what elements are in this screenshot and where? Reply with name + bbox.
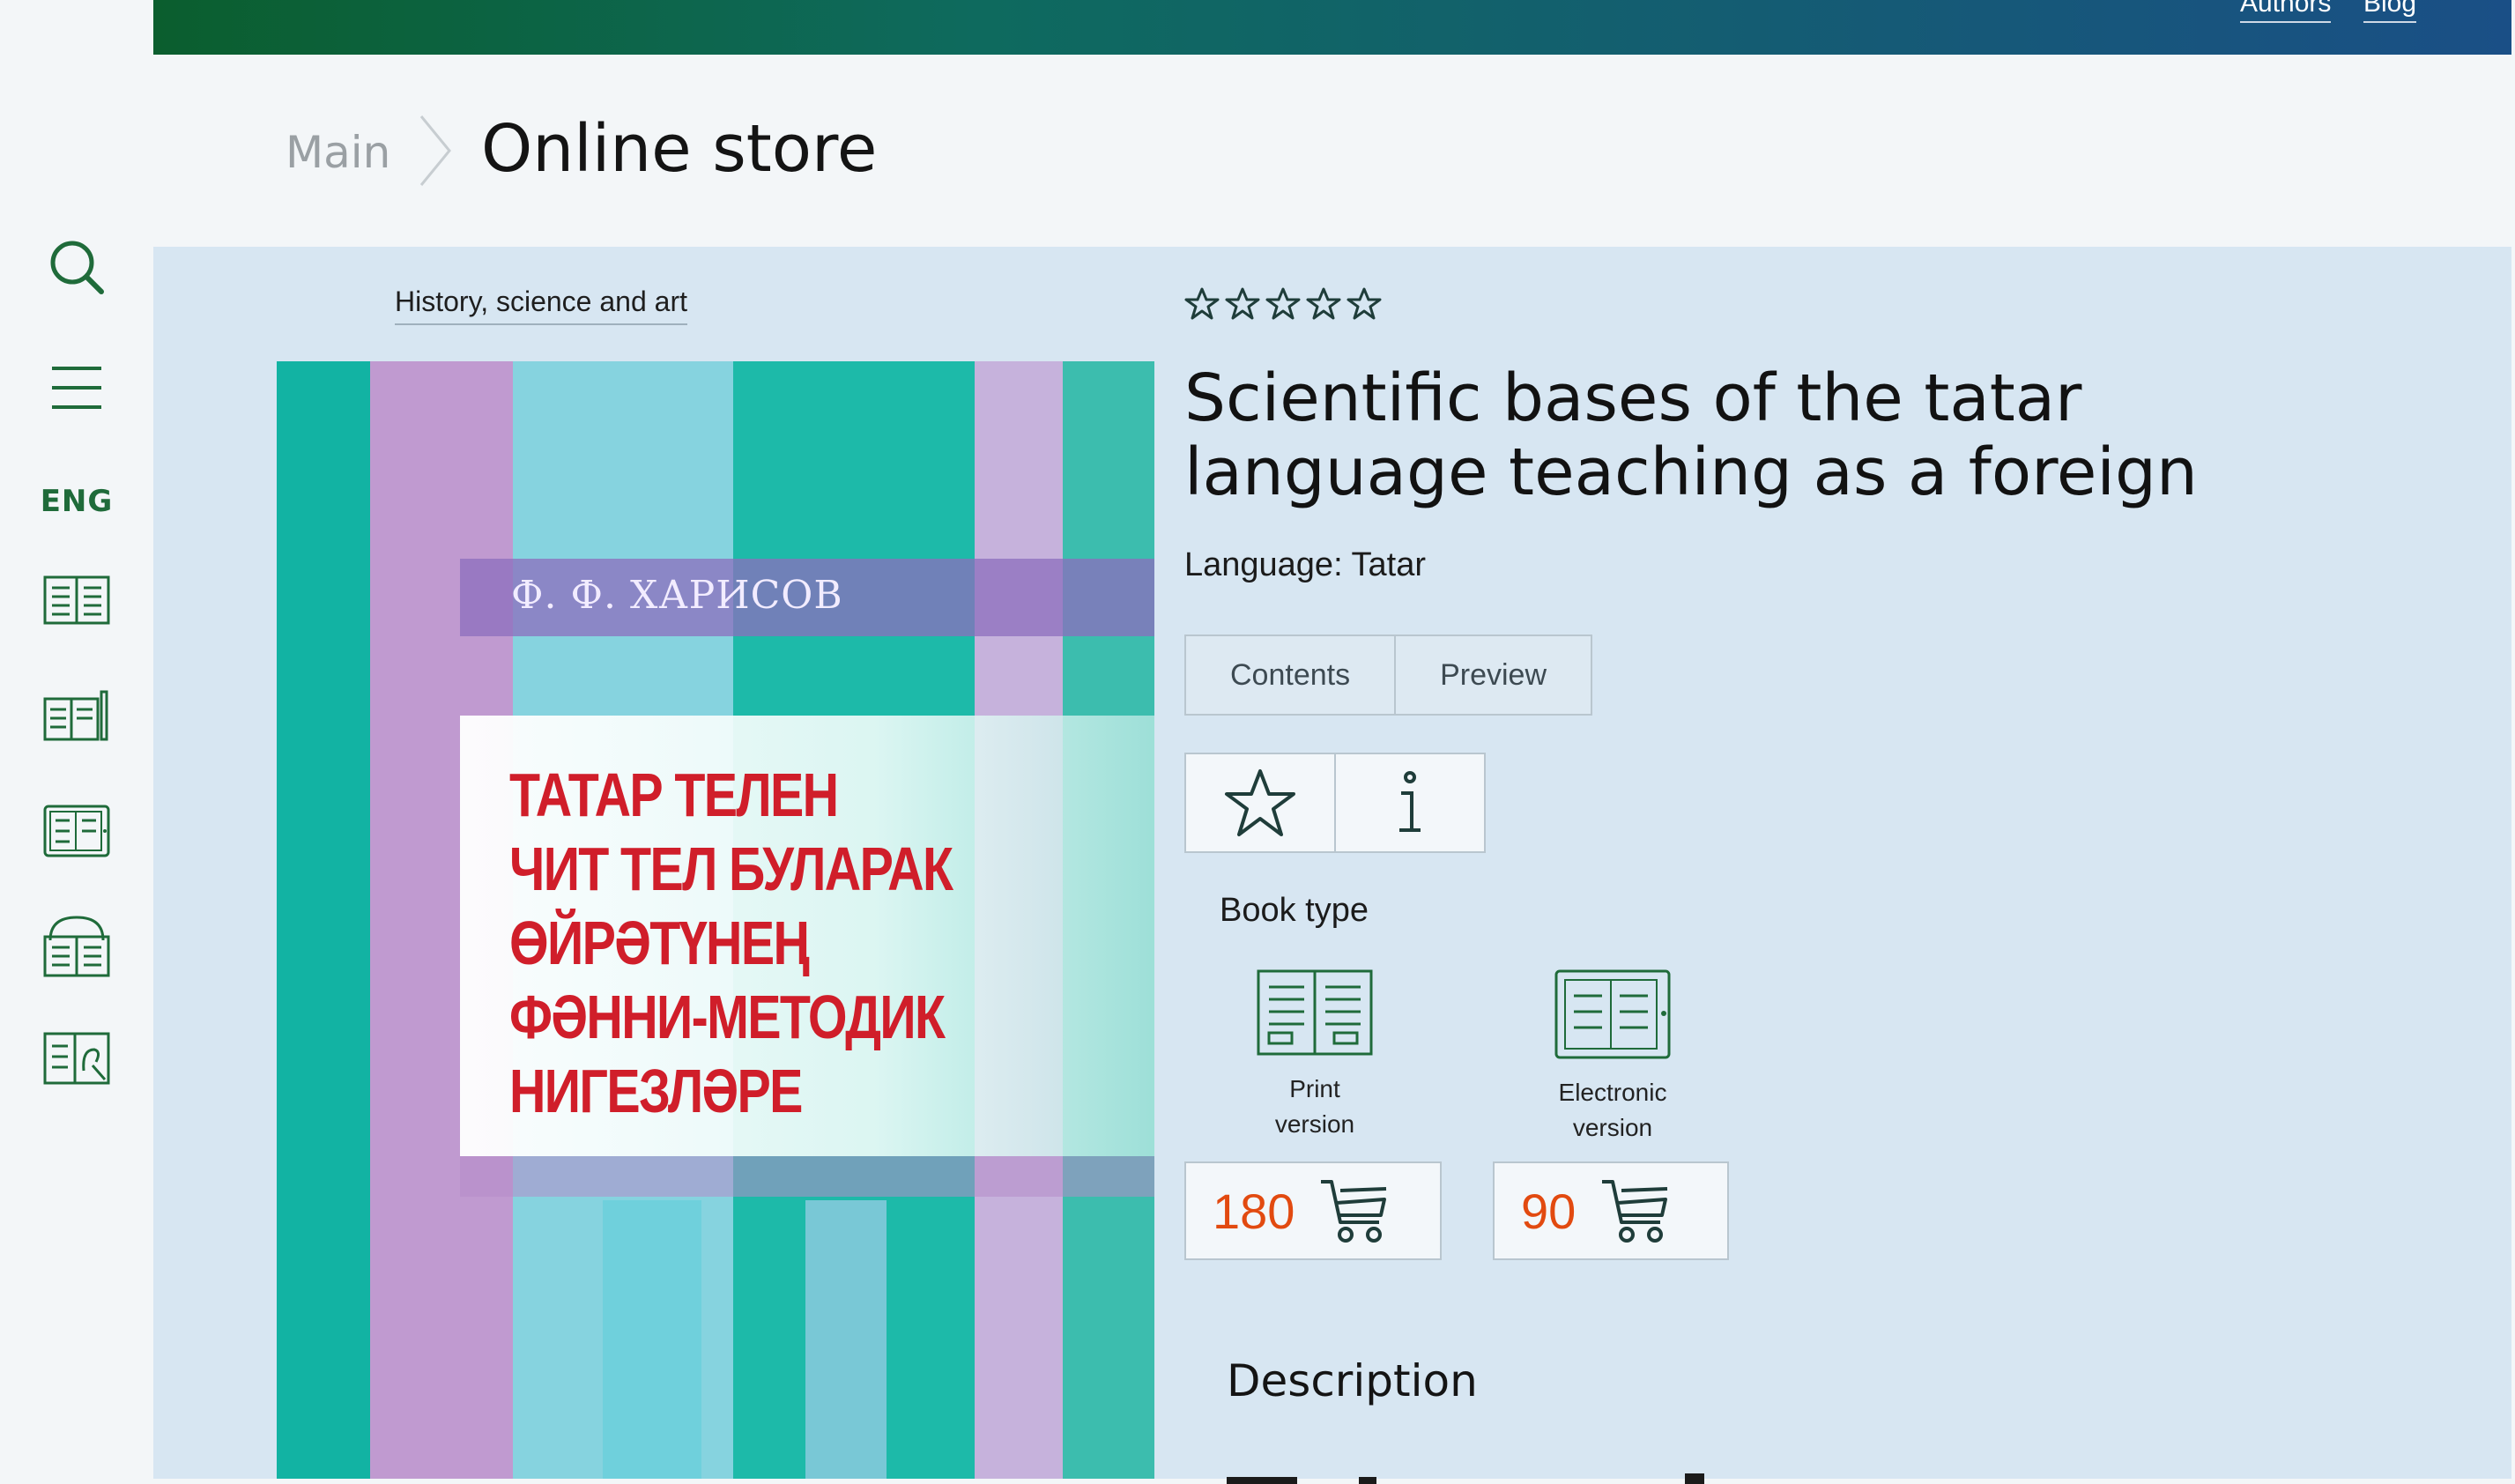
book-pen-icon[interactable] — [0, 689, 153, 744]
book-title-line: Scientific bases of the tatar — [1184, 360, 2082, 436]
cover-author-band: Ф. Ф. ХАРИСОВ — [460, 559, 1154, 636]
search-icon[interactable] — [0, 234, 153, 300]
ebook-icon — [1554, 969, 1671, 1059]
print-book-icon[interactable] — [0, 575, 153, 626]
cover-title-line: ЧИТ ТЕЛ БУЛАРАК — [509, 835, 953, 903]
chevron-right-icon — [418, 115, 453, 190]
audiobook-icon[interactable] — [0, 913, 153, 980]
star-outline-icon — [1225, 769, 1295, 836]
cover-author: Ф. Ф. ХАРИСОВ — [511, 573, 843, 618]
ebook-stylus-icon[interactable] — [0, 1031, 153, 1086]
authors-link[interactable]: Authors — [2240, 0, 2332, 23]
star-outline-icon[interactable] — [1347, 286, 1382, 322]
ebook-icon[interactable] — [0, 804, 153, 858]
book-type-label: Book type — [1220, 892, 1369, 929]
description-text-cut-off — [1227, 1466, 2020, 1484]
book-title-line: language teaching as a foreign — [1184, 434, 2198, 510]
language-switch[interactable]: ENG — [0, 479, 153, 523]
variant-print[interactable]: Print version — [1209, 969, 1421, 1142]
breadcrumb: Main Online store — [153, 55, 2511, 247]
buy-print-button[interactable]: 180 — [1184, 1161, 1442, 1260]
book-actions — [1184, 753, 1486, 853]
breadcrumb-main-link[interactable]: Main — [286, 127, 390, 178]
variant-label: version — [1274, 1110, 1355, 1138]
variant-label: Electronic — [1558, 1079, 1667, 1106]
blog-link[interactable]: Blog — [2363, 0, 2417, 23]
cover-title-line: ӨЙРӘТҮНЕҢ — [509, 909, 810, 977]
variant-label: Print — [1289, 1075, 1340, 1102]
rating-stars[interactable] — [1184, 286, 1382, 322]
menu-icon[interactable] — [0, 361, 153, 414]
buy-electronic-button[interactable]: 90 — [1493, 1161, 1729, 1260]
tab-contents[interactable]: Contents — [1184, 634, 1397, 716]
product-section: History, science and art Ф. Ф. ХАРИСОВ Т… — [153, 247, 2511, 1484]
star-outline-icon[interactable] — [1265, 286, 1301, 322]
cart-icon — [1321, 1180, 1387, 1243]
top-navigation-bar: Authors Blog — [153, 0, 2511, 55]
variant-label: version — [1572, 1114, 1653, 1141]
print-book-icon — [1257, 969, 1373, 1056]
book-title: Scientific bases of the tatar language t… — [1184, 361, 2242, 509]
cover-bottom-band — [460, 1156, 1154, 1197]
cover-title-box: ТАТАР ТЕЛЕН ЧИТ ТЕЛ БУЛАРАК ӨЙРӘТҮНЕҢ ФӘ… — [460, 716, 1154, 1156]
cover-title-line: ФӘННИ-МЕТОДИК — [509, 983, 946, 1051]
category-link[interactable]: History, science and art — [395, 286, 687, 325]
star-outline-icon[interactable] — [1225, 286, 1260, 322]
book-info-button[interactable] — [1336, 753, 1486, 853]
add-to-favorites-button[interactable] — [1184, 753, 1336, 853]
info-icon — [1399, 771, 1421, 832]
cart-icon — [1602, 1180, 1668, 1243]
book-language: Language: Tatar — [1184, 546, 1426, 583]
page-title: Online store — [481, 111, 878, 187]
cover-title-line: ТАТАР ТЕЛЕН — [509, 761, 839, 829]
variant-electronic[interactable]: Electronic version — [1507, 969, 1718, 1146]
star-outline-icon[interactable] — [1306, 286, 1341, 322]
book-tabs: Contents Preview — [1184, 634, 1593, 716]
cover-title-line: НИГЕЗЛӘРЕ — [509, 1057, 803, 1125]
star-outline-icon[interactable] — [1184, 286, 1220, 322]
price-electronic: 90 — [1521, 1183, 1577, 1239]
description-heading: Description — [1227, 1355, 1478, 1406]
price-print: 180 — [1213, 1183, 1295, 1239]
left-sidebar: ENG — [0, 0, 155, 1479]
tab-preview[interactable]: Preview — [1396, 634, 1593, 716]
book-cover-image[interactable]: Ф. Ф. ХАРИСОВ ТАТАР ТЕЛЕН ЧИТ ТЕЛ БУЛАРА… — [277, 361, 1154, 1479]
